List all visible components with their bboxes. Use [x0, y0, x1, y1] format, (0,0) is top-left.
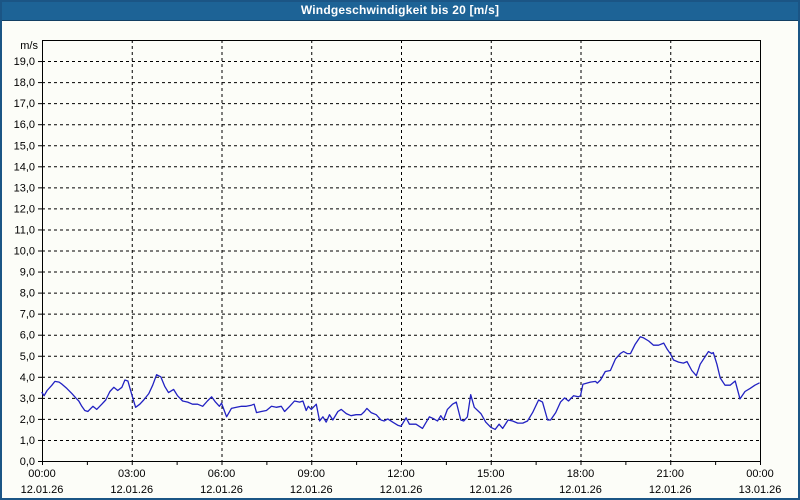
y-tick-label: 15,0 [14, 140, 35, 152]
y-tick-label: 14,0 [14, 161, 35, 173]
y-tick-label: 3,0 [20, 393, 35, 405]
gridlines [42, 40, 760, 461]
y-tick-label: 0,0 [20, 456, 35, 468]
y-tick-label: 12,0 [14, 203, 35, 215]
y-tick-label: 10,0 [14, 246, 35, 258]
x-time-label: 00:00 [28, 468, 56, 480]
x-date-label: 12.01.26 [21, 484, 64, 496]
x-date-label: 12.01.26 [110, 484, 153, 496]
x-date-label: 12.01.26 [649, 484, 692, 496]
y-tick-label: 9,0 [20, 267, 35, 279]
y-tick-label: 13,0 [14, 182, 35, 194]
x-time-label: 18:00 [567, 468, 595, 480]
y-axis-ticks: 0,0 1,0 2,0 3,0 4,0 5,0 6,0 7,0 8,0 9,0 10,0 11,0 12… [14, 56, 42, 468]
y-tick-label: 2,0 [20, 414, 35, 426]
y-axis-unit-label: m/s [20, 40, 38, 52]
title-bar: Windgeschwindigkeit bis 20 [m/s] [0, 0, 800, 21]
y-tick-label: 1,0 [20, 435, 35, 447]
wind-speed-line-chart: 0,0 1,0 2,0 3,0 4,0 5,0 6,0 7,0 8,0 9,0 10,0 11,0 12… [14, 40, 782, 496]
x-date-label: 12.01.26 [559, 484, 602, 496]
x-date-label: 12.01.26 [469, 484, 512, 496]
y-tick-label: 4,0 [20, 372, 35, 384]
window-title: Windgeschwindigkeit bis 20 [m/s] [300, 3, 500, 17]
x-date-label: 12.01.26 [200, 484, 243, 496]
x-date-label: 13.01.26 [739, 484, 782, 496]
x-time-label: 06:00 [208, 468, 236, 480]
y-tick-label: 7,0 [20, 309, 35, 321]
x-time-label: 09:00 [297, 468, 325, 480]
y-tick-label: 6,0 [20, 330, 35, 342]
y-tick-label: 5,0 [20, 351, 35, 363]
x-time-label: 00:00 [746, 468, 774, 480]
x-time-label: 15:00 [477, 468, 505, 480]
x-time-label: 03:00 [118, 468, 146, 480]
y-tick-label: 19,0 [14, 56, 35, 68]
wind-speed-series-line [41, 336, 760, 431]
x-axis-labels: 00:00 12.01.26 03:00 12.01.26 06:00 12.01.26 0… [21, 468, 782, 496]
y-tick-label: 18,0 [14, 77, 35, 89]
x-time-label: 21:00 [656, 468, 684, 480]
y-tick-label: 17,0 [14, 98, 35, 110]
x-time-label: 12:00 [387, 468, 415, 480]
wind-speed-chart-window: Windgeschwindigkeit bis 20 [m/s] 0,0 1,0 2… [0, 0, 800, 500]
y-tick-label: 8,0 [20, 288, 35, 300]
y-tick-label: 11,0 [14, 224, 35, 236]
x-date-label: 12.01.26 [380, 484, 423, 496]
x-date-label: 12.01.26 [290, 484, 333, 496]
y-tick-label: 16,0 [14, 119, 35, 131]
